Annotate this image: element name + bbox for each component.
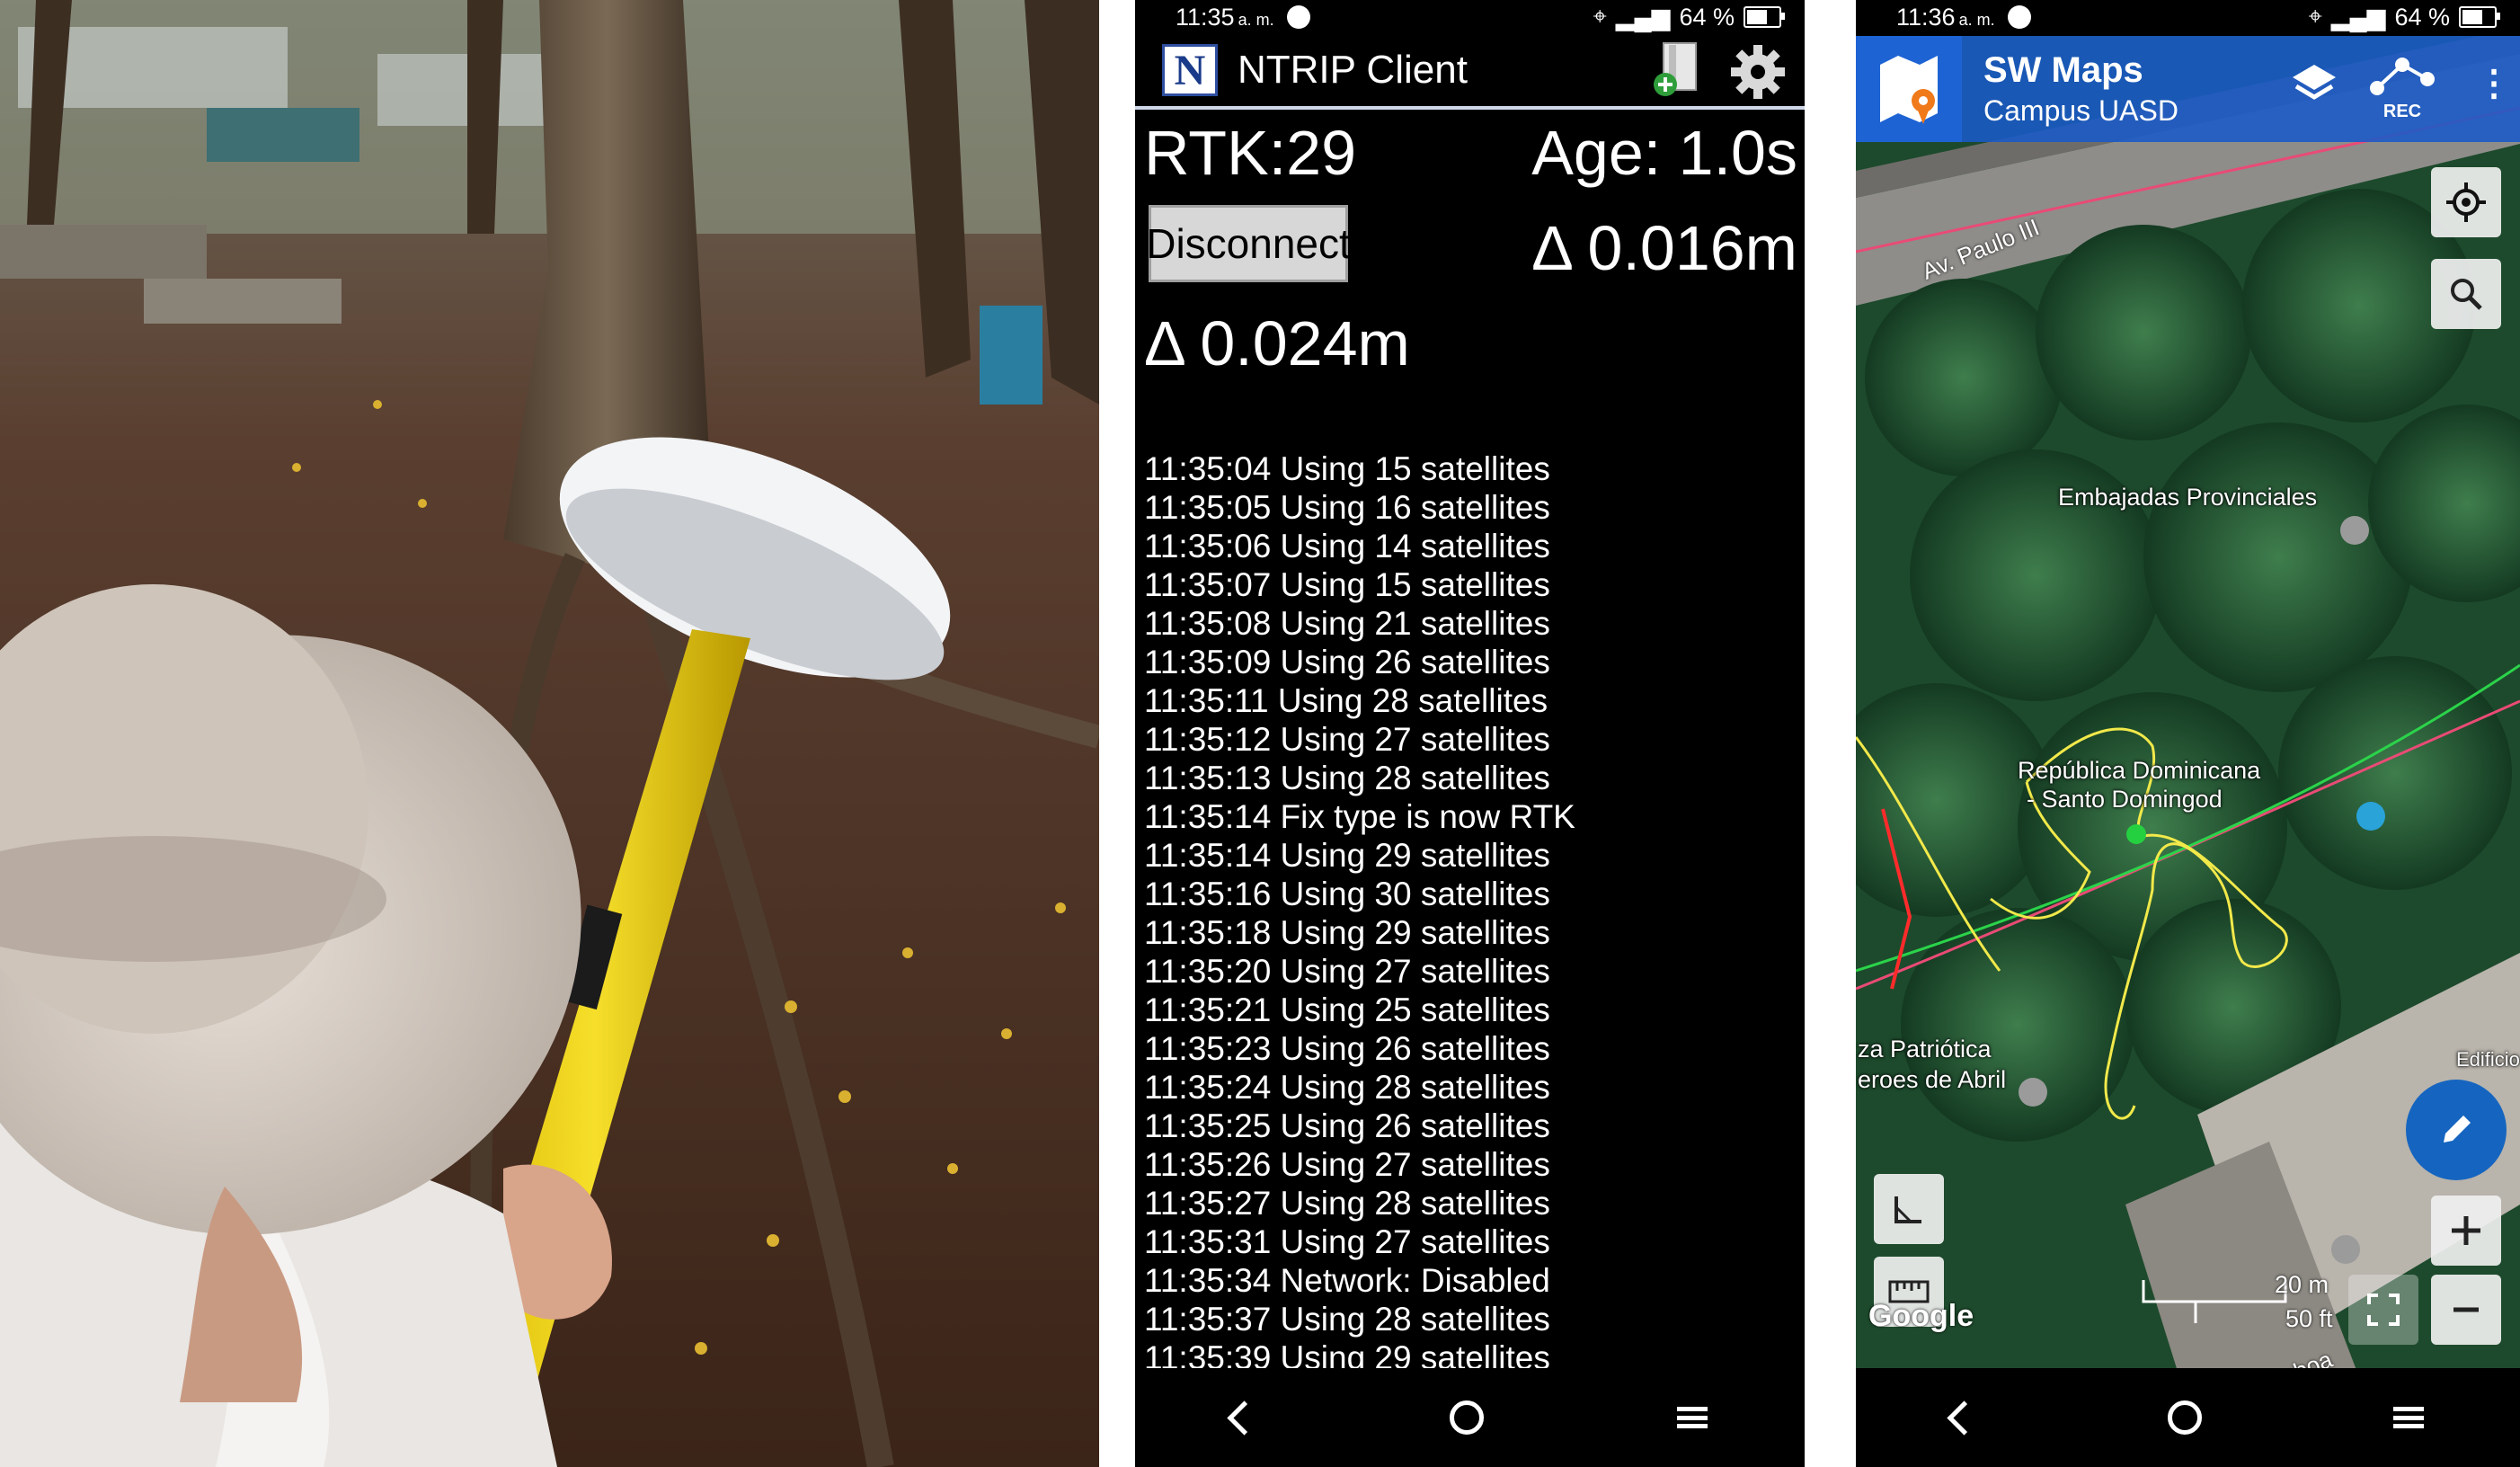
log-line: 11:35:11 Using 28 satellites	[1144, 682, 1548, 719]
map-label-republica-2: - Santo Domingod	[2027, 786, 2223, 813]
log-line: 11:35:18 Using 29 satellites	[1144, 914, 1550, 951]
map-label-embajadas: Embajadas Provinciales	[2058, 484, 2318, 511]
signal-icon: ▂▄▆	[1615, 3, 1671, 31]
status-bar: 11:36 a. m. ⌖ ▂▄▆ 64 %	[1856, 0, 2520, 34]
log-line: 11:35:08 Using 21 satellites	[1144, 605, 1550, 642]
log-line: 11:35:34 Network: Disabled	[1144, 1262, 1550, 1299]
status-icons: ⌖ ▂▄▆ 64 %	[1593, 3, 1785, 31]
log-line: 11:35:14 Using 29 satellites	[1144, 837, 1550, 874]
back-button[interactable]	[1947, 1400, 1982, 1436]
battery-icon	[2459, 6, 2500, 28]
crosshair-icon	[2446, 182, 2486, 222]
status-icons: ⌖ ▂▄▆ 64 %	[2308, 3, 2500, 31]
log-line: 11:35:31 Using 27 satellites	[1144, 1223, 1550, 1260]
log-line: 11:35:07 Using 15 satellites	[1144, 566, 1550, 603]
vertical-accuracy: Δ 0.024m	[1144, 308, 1410, 378]
app-logo: N	[1162, 44, 1218, 96]
map-label-edificio: Edificio Ci	[2456, 1048, 2520, 1071]
angle-tool-button[interactable]	[1874, 1174, 1944, 1244]
field-photo	[0, 0, 1099, 1467]
satellite-log[interactable]: 11:35:04 Using 15 satellites 11:35:05 Usi…	[1144, 449, 1791, 1371]
location-icon: ⌖	[1593, 3, 1607, 30]
recents-button[interactable]	[2393, 1407, 2425, 1428]
map-label-republica: República Dominicana	[2018, 757, 2261, 784]
scale-meters: 20 m	[2275, 1271, 2329, 1298]
scale-feet: 50 ft	[2285, 1305, 2333, 1332]
disconnect-button[interactable]: Disconnect	[1146, 205, 1351, 282]
rec-label: REC	[2382, 102, 2422, 121]
home-button[interactable]	[1449, 1400, 1484, 1435]
recents-button[interactable]	[1677, 1407, 1708, 1428]
battery-percent: 64 %	[1679, 3, 1735, 31]
satellite-map[interactable]	[1856, 36, 2520, 1377]
log-line: 11:35:12 Using 27 satellites	[1144, 721, 1550, 758]
status-bar: 11:35 a. m. ⌖ ▂▄▆ 64 %	[1135, 0, 1805, 34]
home-button[interactable]	[2167, 1400, 2202, 1435]
map-label-plaza-2: eroes de Abril	[1858, 1066, 2007, 1093]
overflow-menu-icon[interactable]: ⋮	[2476, 63, 2512, 104]
minus-icon	[2453, 1307, 2479, 1312]
edit-fab[interactable]	[2406, 1080, 2507, 1180]
log-line: 11:35:27 Using 28 satellites	[1144, 1185, 1550, 1222]
search-button[interactable]	[2431, 259, 2501, 329]
horizontal-accuracy: Δ 0.016m	[1531, 213, 1797, 283]
plus-icon	[2452, 1216, 2480, 1245]
angle-icon	[1894, 1196, 1921, 1223]
log-line: 11:35:04 Using 15 satellites	[1144, 450, 1550, 487]
search-icon	[2451, 279, 2482, 310]
log-line: 11:35:16 Using 30 satellites	[1144, 876, 1550, 912]
zoom-out-button[interactable]	[2431, 1275, 2501, 1345]
gnss-antenna-photo	[0, 0, 1099, 1467]
log-line: 11:35:26 Using 27 satellites	[1144, 1146, 1550, 1183]
app-title: NTRIP Client	[1238, 48, 1468, 92]
log-line: 11:35:13 Using 28 satellites	[1144, 760, 1550, 796]
google-attribution: Google	[1868, 1299, 1974, 1333]
log-line: 11:35:05 Using 16 satellites	[1144, 489, 1550, 526]
ntrip-client-screen: 11:35 a. m. ⌖ ▂▄▆ 64 % N NTRIP Client RT…	[1135, 0, 1805, 1467]
location-icon: ⌖	[2308, 3, 2322, 30]
log-line: 11:35:21 Using 25 satellites	[1144, 991, 1550, 1028]
log-line: 11:35:39 Using 29 satellites	[1144, 1339, 1550, 1371]
log-line: 11:35:24 Using 28 satellites	[1144, 1069, 1550, 1106]
record-track-button[interactable]: REC	[2366, 52, 2438, 124]
notification-icon	[1286, 5, 1310, 29]
battery-icon	[1744, 6, 1785, 28]
add-document-icon[interactable]	[1653, 41, 1701, 99]
locate-button[interactable]	[2431, 167, 2501, 237]
log-line: 11:35:37 Using 28 satellites	[1144, 1301, 1550, 1338]
pencil-icon	[2444, 1116, 2471, 1142]
app-title: SW Maps	[1983, 50, 2143, 90]
map-label-plaza: za Patriótica	[1858, 1036, 1992, 1062]
log-line: 11:35:14 Fix type is now RTK	[1144, 798, 1575, 835]
log-line: 11:35:25 Using 26 satellites	[1144, 1107, 1550, 1144]
track-icon	[2370, 58, 2435, 95]
battery-percent: 64 %	[2394, 3, 2450, 31]
signal-icon: ▂▄▆	[2330, 3, 2386, 31]
log-line: 11:35:23 Using 26 satellites	[1144, 1030, 1550, 1067]
project-name: Campus UASD	[1983, 94, 2178, 127]
notification-icon	[2007, 5, 2031, 29]
log-line: 11:35:06 Using 14 satellites	[1144, 528, 1550, 565]
system-nav-bar	[1856, 1368, 2520, 1467]
log-line: 11:35:20 Using 27 satellites	[1144, 953, 1550, 990]
app-title-bar: N NTRIP Client	[1135, 34, 1805, 110]
layers-icon[interactable]	[2287, 58, 2341, 111]
settings-gear-icon[interactable]	[1729, 43, 1787, 101]
correction-age: Age: 1.0s	[1531, 118, 1797, 188]
swmaps-logo-icon	[1856, 36, 1962, 142]
system-nav-bar	[1135, 1368, 1805, 1467]
swmaps-screen: 11:36 a. m. ⌖ ▂▄▆ 64 % Av. Paulo III Emb…	[1856, 0, 2520, 1467]
log-line: 11:35:09 Using 26 satellites	[1144, 644, 1550, 680]
fullscreen-icon	[2367, 1294, 2400, 1326]
status-time: 11:36 a. m.	[1896, 3, 1995, 31]
back-button[interactable]	[1227, 1400, 1262, 1436]
fullscreen-button[interactable]	[2348, 1275, 2418, 1345]
zoom-in-button[interactable]	[2431, 1196, 2501, 1266]
swmaps-top-bar: SW Maps Campus UASD REC ⋮	[1856, 36, 2520, 142]
status-time: 11:35 a. m.	[1176, 3, 1274, 31]
rtk-satellites: RTK:29	[1144, 118, 1357, 188]
